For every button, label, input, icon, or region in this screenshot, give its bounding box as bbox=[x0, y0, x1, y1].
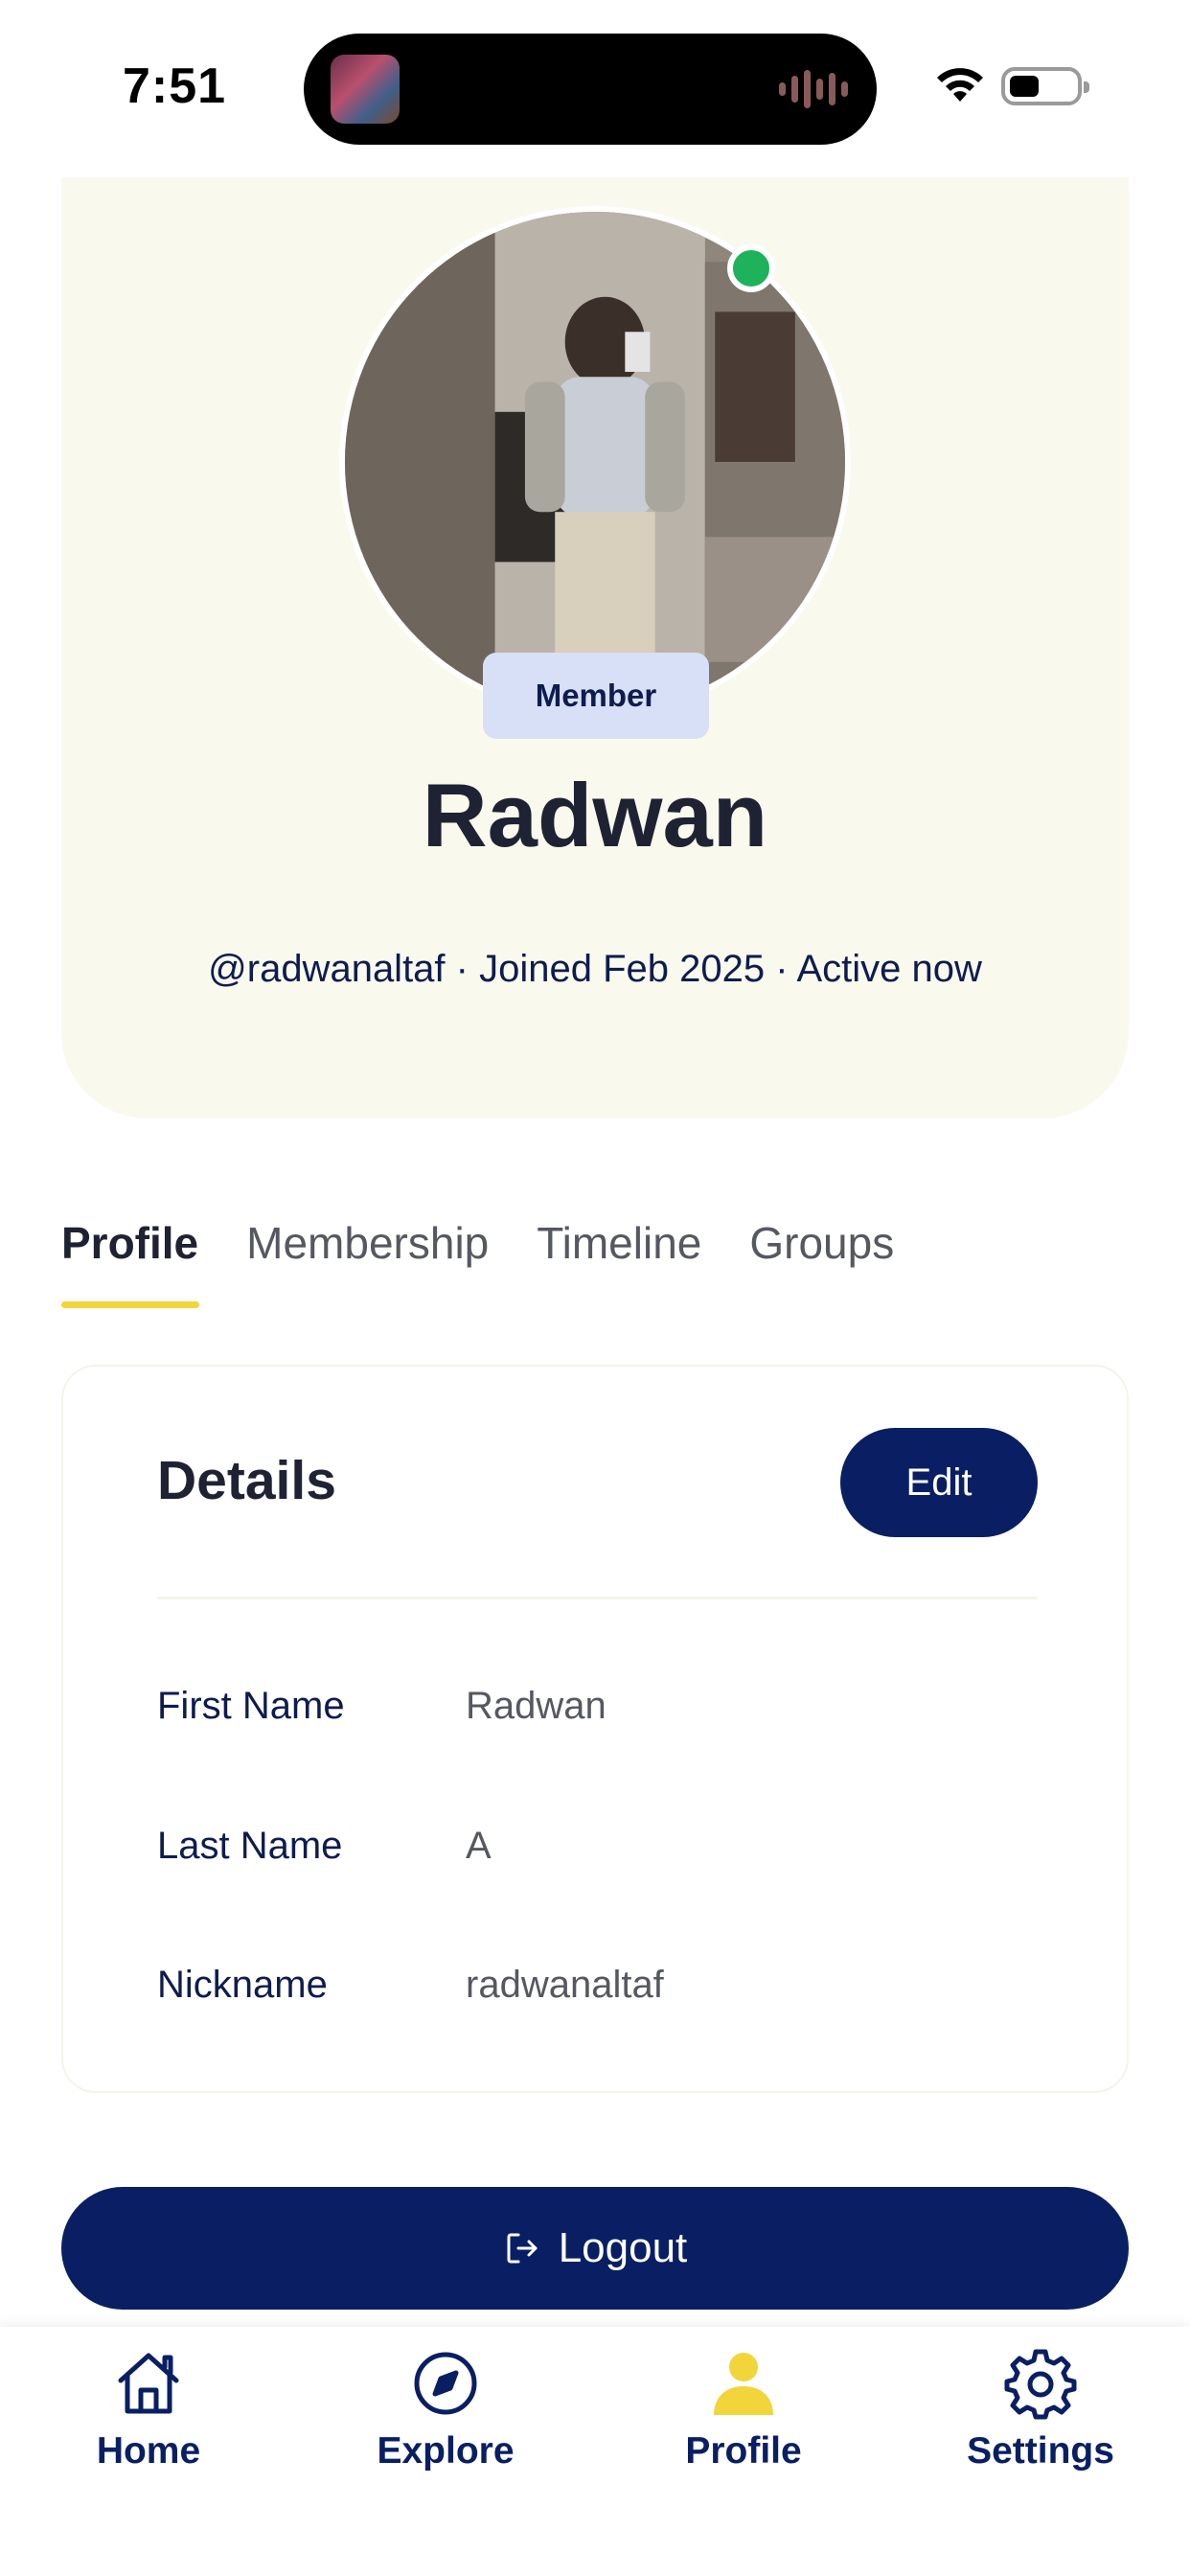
profile-meta: @radwanaltaf · Joined Feb 2025 · Active … bbox=[208, 948, 982, 990]
tab-label: Timeline bbox=[537, 1218, 702, 1268]
home-icon bbox=[118, 2353, 179, 2414]
active-tab-indicator bbox=[61, 1301, 199, 1308]
detail-value: radwanaltaf bbox=[466, 1964, 664, 2006]
dynamic-island[interactable] bbox=[304, 34, 877, 145]
compass-icon bbox=[414, 2352, 477, 2415]
logout-label: Logout bbox=[558, 2224, 688, 2271]
now-playing-artwork bbox=[331, 55, 400, 124]
detail-value: A bbox=[466, 1825, 492, 1867]
tab-timeline[interactable]: Timeline bbox=[537, 1217, 701, 1313]
detail-row-nickname: Nickname radwanaltaf bbox=[157, 1964, 1037, 2021]
logout-button[interactable]: Logout bbox=[61, 2187, 1129, 2310]
nav-label: Home bbox=[96, 2430, 201, 2472]
detail-row-last-name: Last Name A bbox=[157, 1825, 1037, 1882]
profile-tabs: Profile Membership Timeline Groups bbox=[61, 1217, 942, 1313]
nav-item-home[interactable]: Home bbox=[53, 2346, 244, 2499]
details-card: Details Edit First Name Radwan Last Name… bbox=[61, 1365, 1129, 2093]
audio-waveform-icon bbox=[779, 68, 848, 110]
tab-profile[interactable]: Profile bbox=[61, 1217, 199, 1313]
profile-header-card: Member Radwan @radwanaltaf · Joined Feb … bbox=[61, 177, 1129, 1118]
detail-label: First Name bbox=[157, 1685, 345, 1727]
nav-label: Profile bbox=[685, 2430, 802, 2472]
online-status-indicator bbox=[727, 244, 775, 292]
tab-membership[interactable]: Membership bbox=[246, 1217, 489, 1313]
tab-label: Profile bbox=[61, 1218, 199, 1268]
detail-row-first-name: First Name Radwan bbox=[157, 1685, 1037, 1742]
wifi-icon bbox=[937, 68, 983, 102]
detail-label: Last Name bbox=[157, 1825, 343, 1867]
details-title: Details bbox=[157, 1450, 336, 1511]
tab-label: Membership bbox=[246, 1218, 490, 1268]
nav-item-explore[interactable]: Explore bbox=[350, 2346, 541, 2499]
profile-name: Radwan bbox=[422, 765, 768, 865]
divider bbox=[157, 1597, 1037, 1599]
status-time: 7:51 bbox=[123, 58, 227, 114]
battery-icon bbox=[1001, 67, 1089, 105]
logout-icon bbox=[507, 2233, 538, 2264]
nav-item-settings[interactable]: Settings bbox=[945, 2346, 1136, 2499]
tab-label: Groups bbox=[749, 1218, 895, 1268]
nav-item-profile[interactable]: Profile bbox=[648, 2346, 839, 2499]
member-badge: Member bbox=[483, 653, 709, 739]
edit-button[interactable]: Edit bbox=[840, 1428, 1038, 1537]
gear-icon bbox=[1004, 2349, 1077, 2420]
nav-label: Settings bbox=[967, 2430, 1114, 2472]
nav-label: Explore bbox=[377, 2430, 515, 2472]
detail-value: Radwan bbox=[466, 1685, 606, 1727]
bottom-navigation: Home Explore Profile Settings bbox=[0, 2327, 1190, 2576]
avatar[interactable] bbox=[345, 212, 845, 712]
status-bar: 7:51 bbox=[0, 0, 1190, 177]
person-icon bbox=[714, 2353, 773, 2415]
detail-label: Nickname bbox=[157, 1964, 328, 2006]
tab-groups[interactable]: Groups bbox=[749, 1217, 894, 1313]
